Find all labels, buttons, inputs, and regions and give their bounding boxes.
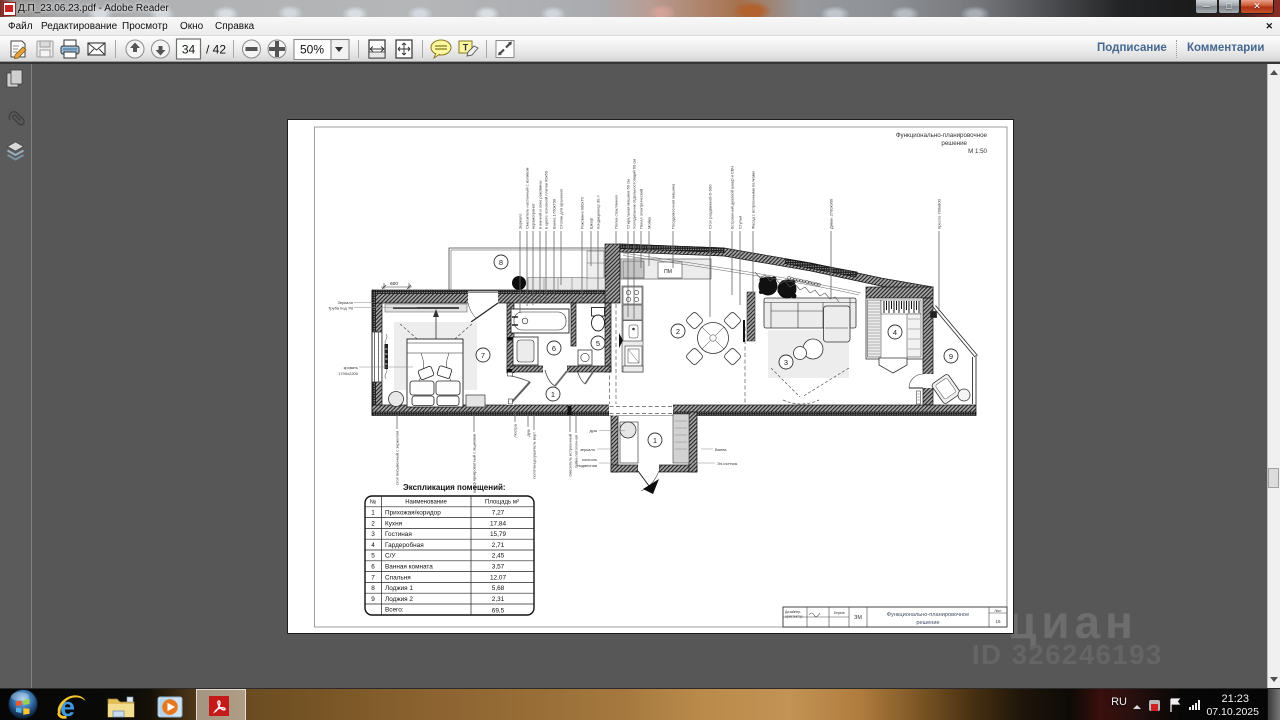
svg-text:стол письменный с зеркалом: стол письменный с зеркалом (395, 431, 400, 485)
svg-text:Шкаф: Шкаф (589, 217, 594, 229)
svg-text:5: 5 (596, 339, 600, 348)
svg-text:7: 7 (371, 574, 375, 581)
svg-text:34: 34 (182, 43, 196, 57)
svg-text:Полка стеклянная: Полка стеклянная (614, 195, 619, 229)
svg-text:Стулья: Стулья (738, 216, 743, 229)
svg-text:Наименование: Наименование (405, 500, 447, 506)
svg-text:3: 3 (784, 358, 788, 367)
svg-text:Смеситель настенный с изливом: Смеситель настенный с изливом (525, 167, 530, 229)
svg-text:Кондиционер 30 л: Кондиционер 30 л (596, 195, 601, 229)
svg-text:решение: решение (916, 620, 939, 626)
svg-text:Дизайнер-: Дизайнер- (785, 610, 801, 614)
svg-text:архитектор: архитектор (785, 615, 803, 619)
svg-text:Лоджия 2: Лоджия 2 (385, 596, 413, 603)
svg-text:16: 16 (995, 619, 1001, 624)
svg-text:3,57: 3,57 (492, 564, 505, 571)
svg-text:5,68: 5,68 (492, 585, 505, 592)
svg-text:Функционально-планировочное: Функционально-планировочное (896, 132, 988, 139)
svg-text:/ 42: / 42 (206, 43, 226, 57)
svg-text:Спальня: Спальня (385, 574, 411, 581)
svg-text:душ: душ (589, 428, 597, 433)
svg-text:7,27: 7,27 (492, 510, 505, 517)
svg-text:1: 1 (653, 436, 657, 445)
svg-text:7: 7 (481, 351, 485, 360)
svg-text:Пенал электрический: Пенал электрический (639, 189, 644, 229)
svg-text:керамогранит: керамогранит (531, 203, 536, 229)
svg-text:Раковина 900х70: Раковина 900х70 (580, 196, 585, 229)
svg-text:Посудомоечная машина: Посудомоечная машина (671, 183, 676, 229)
svg-text:2,31: 2,31 (492, 596, 505, 603)
svg-text:50%: 50% (300, 43, 324, 57)
svg-text:Площадь м²: Площадь м² (485, 500, 519, 506)
svg-text:17,84: 17,84 (490, 520, 506, 527)
svg-text:кровать: кровать (344, 365, 358, 370)
svg-text:Зеркало: Зеркало (518, 213, 523, 229)
svg-text:М 1:50: М 1:50 (968, 148, 987, 155)
svg-text:Кресло 700х800: Кресло 700х800 (937, 198, 942, 229)
svg-text:Труба под ТВ: Труба под ТВ (328, 306, 353, 311)
svg-text:Эл.счетчик: Эл.счетчик (717, 461, 737, 466)
svg-text:6: 6 (371, 564, 375, 571)
svg-text:Гардеробная: Гардеробная (385, 541, 424, 549)
svg-text:Фасад с встроенными полками: Фасад с встроенными полками (751, 171, 756, 229)
svg-text:4: 4 (893, 328, 897, 337)
svg-text:душ: душ (526, 429, 531, 437)
svg-text:решение: решение (941, 140, 967, 147)
svg-text:консоль: консоль (582, 457, 597, 462)
svg-text:Лоджия 1: Лоджия 1 (385, 585, 413, 592)
svg-text:Стол раздвижной D-900: Стол раздвижной D-900 (708, 184, 713, 229)
svg-text:подвесная: подвесная (577, 463, 597, 468)
svg-text:Гостиная: Гостиная (385, 531, 412, 538)
svg-text:Ванна: Ванна (715, 447, 727, 452)
svg-text:Всего:: Всего: (385, 607, 404, 614)
svg-text:С/У: С/У (385, 553, 396, 560)
svg-text:Столик для хранения: Столик для хранения (559, 189, 564, 229)
svg-text:Кухня: Кухня (385, 520, 403, 527)
svg-text:2: 2 (371, 520, 375, 527)
svg-text:1: 1 (551, 390, 555, 399)
svg-text:Функционально-планировочное: Функционально-планировочное (887, 612, 969, 618)
svg-text:5: 5 (371, 553, 375, 560)
svg-text:в цвете основной плитки 60х60: в цвете основной плитки 60х60 (544, 170, 549, 229)
svg-text:Береза: Береза (834, 611, 845, 615)
svg-text:Диван 2700х900: Диван 2700х900 (829, 198, 834, 229)
svg-text:69,5: 69,5 (492, 608, 505, 615)
svg-text:зеркало: зеркало (580, 447, 596, 452)
svg-text:Зеркало: Зеркало (337, 300, 353, 305)
svg-text:1700х2200: 1700х2200 (338, 371, 359, 376)
svg-text:4: 4 (371, 542, 375, 549)
svg-text:ПМ: ПМ (664, 269, 672, 275)
svg-text:№: № (370, 499, 376, 506)
svg-text:2: 2 (676, 327, 680, 336)
svg-text:в ванной и зоне раковины: в ванной и зоне раковины (538, 181, 543, 229)
svg-text:Ванная комната: Ванная комната (385, 564, 433, 571)
svg-text:1: 1 (371, 510, 375, 517)
svg-text:полотенцесушитель верт: полотенцесушитель верт (532, 432, 537, 479)
svg-text:2,71: 2,71 (492, 542, 505, 549)
svg-text:ЗМ: ЗМ (854, 615, 862, 621)
svg-text:Мойка: Мойка (647, 216, 652, 229)
svg-text:15,79: 15,79 (490, 531, 506, 538)
svg-text:6: 6 (552, 344, 556, 353)
svg-text:8: 8 (499, 258, 503, 267)
svg-text:600: 600 (390, 281, 398, 287)
svg-text:9: 9 (371, 596, 375, 603)
svg-text:люстра: люстра (513, 423, 518, 437)
svg-text:2,45: 2,45 (492, 553, 505, 560)
svg-text:Прихожая/коридор: Прихожая/коридор (385, 510, 441, 517)
svg-text:Лист: Лист (994, 609, 1002, 613)
svg-text:смеситель встроенный: смеситель встроенный (568, 434, 573, 477)
svg-text:Экспликация помещений:: Экспликация помещений: (403, 483, 506, 492)
svg-text:T: T (463, 43, 469, 53)
svg-text:3: 3 (371, 531, 375, 538)
svg-text:Ванна 1700х700: Ванна 1700х700 (552, 198, 557, 229)
svg-text:8: 8 (371, 585, 375, 592)
svg-text:12,07: 12,07 (490, 574, 506, 581)
svg-text:Стиральная машина 60 см: Стиральная машина 60 см (626, 179, 631, 229)
svg-text:9: 9 (949, 352, 953, 361)
svg-text:Холодильник отдельностоящий 60: Холодильник отдельностоящий 60 см (632, 159, 637, 229)
svg-text:Встроенный духовой шкаф и СВЧ: Встроенный духовой шкаф и СВЧ (730, 166, 735, 229)
